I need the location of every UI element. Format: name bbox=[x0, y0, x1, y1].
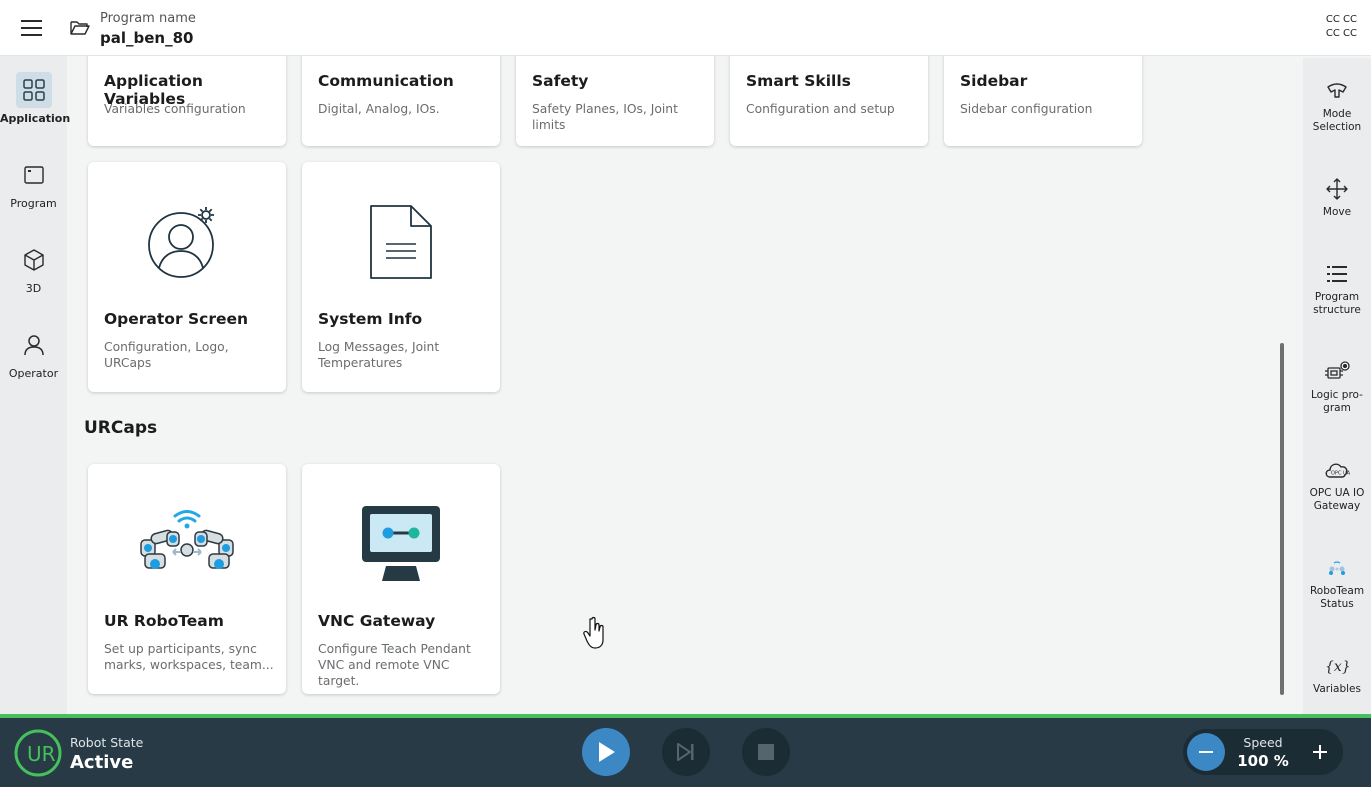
card-description: Log Messages, Joint Temperatures bbox=[318, 340, 440, 370]
svg-text:OPC UA: OPC UA bbox=[1331, 471, 1351, 477]
top-bar: Program name pal_ben_80 CC CC CC CC bbox=[0, 0, 1371, 56]
right-nav-variables[interactable]: {x} Variables bbox=[1303, 651, 1371, 696]
card-description: Configure Teach Pendant VNC and remote V… bbox=[318, 642, 471, 688]
svg-text:{x}: {x} bbox=[1325, 659, 1351, 675]
right-nav-label: Variables bbox=[1313, 683, 1361, 695]
program-name-label: Program name bbox=[100, 11, 196, 26]
right-nav-label: OPC UA IO Gateway bbox=[1309, 487, 1365, 512]
roboteam-arms-icon bbox=[88, 484, 286, 604]
card-safety[interactable]: Safety Safety Planes, IOs, Joint limits bbox=[516, 56, 714, 146]
card-smart-skills[interactable]: Smart Skills Configuration and setup bbox=[730, 56, 928, 146]
right-nav-label: Program structure bbox=[1313, 291, 1361, 316]
right-nav-label: Move bbox=[1322, 206, 1352, 218]
left-nav-label: 3D bbox=[25, 282, 42, 295]
card-application-variables[interactable]: Application Variables Variables configur… bbox=[88, 56, 286, 146]
urcaps-section-title: URCaps bbox=[84, 418, 158, 438]
stop-icon bbox=[758, 744, 774, 760]
bottom-status-bar: UR Robot State Active Speed 100 % bbox=[0, 714, 1371, 787]
ur-logo-icon: UR bbox=[14, 729, 62, 777]
list-icon bbox=[1322, 259, 1352, 289]
program-name-value[interactable]: pal_ben_80 bbox=[100, 29, 193, 47]
card-description: Configuration and setup bbox=[746, 102, 895, 116]
card-title: System Info bbox=[318, 310, 423, 328]
right-nav-program-structure[interactable]: Program structure bbox=[1303, 259, 1371, 317]
left-nav-label: Operator bbox=[8, 367, 59, 380]
opc-ua-cloud-icon: OPC UA bbox=[1322, 455, 1352, 485]
robot-state-label: Robot State bbox=[70, 735, 144, 750]
step-button[interactable] bbox=[662, 728, 710, 776]
robot-state-value: Active bbox=[70, 752, 134, 773]
plus-icon bbox=[1313, 745, 1327, 759]
card-description: Sidebar configuration bbox=[960, 102, 1093, 116]
right-nav-opc-ua-gateway[interactable]: OPC UA OPC UA IO Gateway bbox=[1303, 455, 1371, 513]
right-nav: Mode Selection Move Program structure Lo… bbox=[1303, 58, 1371, 714]
card-ur-roboteam[interactable]: UR RoboTeam Set up participants, sync ma… bbox=[88, 464, 286, 694]
card-title: UR RoboTeam bbox=[104, 612, 224, 630]
right-nav-label: RoboTeam Status bbox=[1309, 585, 1365, 610]
cc-indicator: CC CC CC CC bbox=[1326, 13, 1357, 41]
card-title: Smart Skills bbox=[746, 72, 851, 90]
card-description: Configuration, Logo, URCaps bbox=[104, 340, 229, 370]
card-description: Digital, Analog, IOs. bbox=[318, 102, 440, 116]
card-communication[interactable]: Communication Digital, Analog, IOs. bbox=[302, 56, 500, 146]
main-content: Application Variables Variables configur… bbox=[68, 56, 1302, 714]
document-icon bbox=[302, 182, 500, 302]
logic-program-icon bbox=[1322, 357, 1352, 387]
card-title: Communication bbox=[318, 72, 454, 90]
card-description: Set up participants, sync marks, workspa… bbox=[104, 642, 274, 672]
variables-icon: {x} bbox=[1322, 651, 1352, 681]
operator-settings-icon bbox=[88, 182, 286, 302]
right-nav-move[interactable]: Move bbox=[1303, 174, 1371, 219]
card-title: VNC Gateway bbox=[318, 612, 436, 630]
right-nav-mode-selection[interactable]: Mode Selection bbox=[1303, 76, 1371, 134]
mode-selection-icon bbox=[1322, 76, 1352, 106]
card-description: Variables configuration bbox=[104, 102, 246, 116]
cc-line-2: CC CC bbox=[1325, 28, 1357, 39]
card-system-info[interactable]: System Info Log Messages, Joint Temperat… bbox=[302, 162, 500, 392]
card-title: Safety bbox=[532, 72, 589, 90]
program-window-icon bbox=[16, 157, 52, 193]
hamburger-menu-icon[interactable] bbox=[20, 17, 44, 39]
left-nav-label: Program bbox=[10, 197, 57, 210]
right-nav-label: Mode Selection bbox=[1312, 108, 1362, 133]
stop-button[interactable] bbox=[742, 728, 790, 776]
cube-icon bbox=[16, 242, 52, 278]
card-operator-screen[interactable]: Operator Screen Configuration, Logo, URC… bbox=[88, 162, 286, 392]
left-nav-program[interactable]: Program bbox=[0, 157, 67, 237]
left-nav: Application Program 3D Operator bbox=[0, 56, 71, 714]
right-nav-logic-program[interactable]: Logic pro-gram bbox=[1303, 357, 1371, 415]
svg-text:UR: UR bbox=[27, 742, 56, 766]
folder-open-icon[interactable] bbox=[69, 17, 91, 39]
card-vnc-gateway[interactable]: VNC Gateway Configure Teach Pendant VNC … bbox=[302, 464, 500, 694]
person-icon bbox=[16, 327, 52, 363]
left-nav-label: Application bbox=[0, 112, 71, 125]
vertical-scrollbar[interactable] bbox=[1280, 343, 1284, 695]
vnc-monitor-icon bbox=[302, 484, 500, 604]
cc-line-1: CC CC bbox=[1325, 14, 1357, 25]
right-nav-label: Logic pro-gram bbox=[1311, 389, 1363, 414]
left-nav-operator[interactable]: Operator bbox=[0, 327, 67, 407]
card-sidebar[interactable]: Sidebar Sidebar configuration bbox=[944, 56, 1142, 146]
move-arrows-icon bbox=[1322, 174, 1352, 204]
left-nav-application[interactable]: Application bbox=[0, 72, 71, 152]
card-title: Sidebar bbox=[960, 72, 1028, 90]
play-button[interactable] bbox=[582, 728, 630, 776]
play-icon bbox=[599, 742, 615, 762]
right-nav-roboteam-status[interactable]: RoboTeam Status bbox=[1303, 553, 1371, 611]
card-title: Operator Screen bbox=[104, 310, 249, 328]
left-nav-3d[interactable]: 3D bbox=[0, 242, 67, 322]
speed-increase-button[interactable] bbox=[1301, 733, 1339, 771]
step-forward-icon bbox=[677, 743, 694, 761]
speed-control: Speed 100 % bbox=[1183, 729, 1343, 775]
card-description: Safety Planes, IOs, Joint limits bbox=[532, 102, 678, 132]
grid-icon bbox=[15, 72, 52, 108]
roboteam-status-icon bbox=[1322, 553, 1352, 583]
